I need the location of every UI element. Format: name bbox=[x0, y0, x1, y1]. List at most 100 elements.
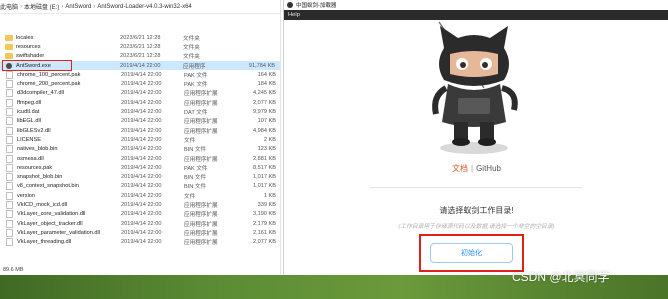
file-date: 2019/4/14 22:00 bbox=[121, 146, 162, 153]
file-row[interactable]: natives_blob.bin 2019/4/14 22:00 BIN 文件 123… bbox=[0, 145, 280, 154]
file-row[interactable]: VkLayer_parameter_validation.dll 2019/4/1… bbox=[0, 228, 280, 237]
file-date: 2019/4/14 22:00 bbox=[121, 220, 162, 227]
file-row[interactable]: resources 2023/6/21 12:28 文件夹 bbox=[0, 42, 280, 51]
init-button-highlight: 初始化 bbox=[419, 234, 524, 272]
file-row[interactable]: snapshot_blob.bin 2019/4/14 22:00 BIN 文件 1,… bbox=[0, 172, 280, 182]
docs-link[interactable]: 文档 bbox=[452, 164, 468, 173]
breadcrumb-separator: › bbox=[93, 3, 96, 10]
initialize-button[interactable]: 初始化 bbox=[430, 243, 513, 263]
file-type: BIN 文件 bbox=[184, 184, 207, 191]
file-row[interactable]: chrome_100_percent.pak 2019/4/14 22:00 PAK… bbox=[0, 70, 280, 79]
file-name: VkLayer_threading.dll bbox=[17, 239, 72, 246]
file-date: 2019/4/14 22:00 bbox=[121, 183, 162, 190]
watermark: CSDN @北冥同学 bbox=[512, 270, 610, 284]
breadcrumb-item-antsword[interactable]: AntSword bbox=[65, 4, 91, 10]
file-row[interactable]: osmesa.dll 2019/4/14 22:00 应用程序扩展 2,881 KB bbox=[0, 154, 280, 163]
file-name: resources.pak bbox=[17, 164, 53, 171]
file-date: 2023/6/21 12:28 bbox=[120, 43, 161, 50]
file-size: 1,017 KB bbox=[252, 174, 276, 181]
file-type: 应用程序扩展 bbox=[184, 119, 218, 126]
github-link[interactable]: GitHub bbox=[476, 164, 501, 173]
file-type: 应用程序扩展 bbox=[184, 230, 218, 237]
file-size: 2,161 KB bbox=[252, 229, 276, 236]
file-date: 2019/4/14 22:00 bbox=[121, 201, 162, 208]
octocat-ninja-mascot-icon bbox=[432, 21, 518, 154]
file-name: locales bbox=[16, 34, 34, 41]
breadcrumb: 此电脑 › 本地磁盘 (E:) › AntSword › AntSword-Lo… bbox=[0, 0, 280, 14]
file-row[interactable]: VkLayer_threading.dll 2019/4/14 22:00 应用程序… bbox=[0, 238, 280, 247]
file-icon bbox=[6, 145, 13, 154]
file-icon bbox=[6, 80, 13, 89]
breadcrumb-item-loader[interactable]: AntSword-Loader-v4.0.3-win32-x64 bbox=[97, 4, 191, 10]
file-name: VkICD_mock_icd.dll bbox=[17, 201, 68, 208]
file-size: 4,245 KB bbox=[252, 90, 276, 97]
file-type: 文件 bbox=[184, 193, 196, 200]
file-row[interactable]: VkICD_mock_icd.dll 2019/4/14 22:00 应用程序扩展 3… bbox=[0, 200, 280, 209]
file-type: 应用程序扩展 bbox=[184, 156, 218, 163]
file-type: 文件夹 bbox=[183, 35, 200, 42]
file-date: 2019/4/14 22:00 bbox=[121, 127, 162, 134]
folder-icon bbox=[5, 34, 13, 41]
file-icon bbox=[6, 173, 13, 182]
app-titlebar: 中国蚁剑-加载器 bbox=[284, 0, 668, 10]
file-row[interactable]: VkLayer_object_tracker.dll 2019/4/14 22:0… bbox=[0, 219, 280, 228]
file-date: 2019/4/14 22:00 bbox=[121, 90, 162, 97]
file-row[interactable]: chrome_200_percent.pak 2019/4/14 22:00 PAK… bbox=[0, 79, 280, 89]
folder-icon bbox=[5, 53, 13, 60]
file-date: 2019/4/14 22:00 bbox=[121, 174, 162, 181]
directory-hint: (工作目录用于存储源代码以及数据,请选择一个非空的空目录) bbox=[398, 224, 555, 230]
file-size: 2 KB bbox=[263, 136, 276, 143]
file-row[interactable]: v8_context_snapshot.bin 2019/4/14 22:00 BI… bbox=[0, 182, 280, 191]
file-date: 2019/4/14 22:00 bbox=[121, 118, 162, 125]
file-row[interactable]: libEGL.dll 2019/4/14 22:00 应用程序扩展 107 KB bbox=[0, 117, 280, 126]
file-row[interactable]: resources.pak 2019/4/14 22:00 PAK 文件 8,517 … bbox=[0, 163, 280, 172]
file-row[interactable]: libGLESv2.dll 2019/4/14 22:00 应用程序扩展 4,984 … bbox=[0, 126, 280, 135]
select-directory-prompt: 请选择蚁剑工作目录! bbox=[439, 206, 514, 215]
file-icon bbox=[6, 70, 13, 79]
file-type: BIN 文件 bbox=[184, 175, 207, 182]
file-row[interactable]: d3dcompiler_47.dll 2019/4/14 22:00 应用程序扩展 4… bbox=[0, 89, 280, 98]
file-date: 2019/4/14 22:00 bbox=[121, 239, 162, 246]
breadcrumb-item-pc[interactable]: 此电脑 bbox=[0, 2, 18, 11]
file-icon bbox=[6, 89, 13, 98]
status-size: 89.6 MB bbox=[3, 267, 24, 273]
file-date: 2019/4/14 22:00 bbox=[121, 81, 162, 88]
file-name: chrome_100_percent.pak bbox=[17, 71, 81, 78]
file-size: 2,881 KB bbox=[252, 155, 276, 162]
file-size: 123 KB bbox=[257, 146, 276, 153]
file-name: swiftshader bbox=[16, 53, 45, 60]
status-bar: 89.6 MB bbox=[0, 265, 280, 275]
file-icon bbox=[6, 154, 13, 163]
file-name: libEGL.dll bbox=[17, 118, 41, 125]
file-type: PAK 文件 bbox=[184, 82, 208, 89]
file-type: 文件 bbox=[184, 137, 196, 144]
file-row[interactable]: locales 2023/6/21 12:28 文件夹 bbox=[0, 33, 280, 42]
file-icon bbox=[6, 219, 13, 228]
file-row[interactable]: icudtl.dat 2019/4/14 22:00 DAT 文件 9,979 KB bbox=[0, 107, 280, 117]
file-name: libGLESv2.dll bbox=[17, 127, 51, 134]
file-type: 应用程序扩展 bbox=[184, 240, 218, 247]
file-size: 2,179 KB bbox=[252, 220, 276, 227]
file-type: 应用程序扩展 bbox=[184, 221, 218, 228]
file-type: 应用程序扩展 bbox=[184, 212, 218, 219]
file-row[interactable]: ffmpeg.dll 2019/4/14 22:00 应用程序扩展 2,077 KB bbox=[0, 98, 280, 107]
file-size: 8,517 KB bbox=[252, 164, 276, 171]
file-size: 9,979 KB bbox=[252, 109, 276, 116]
file-icon bbox=[6, 108, 13, 117]
file-name: natives_blob.bin bbox=[17, 146, 58, 153]
file-name: snapshot_blob.bin bbox=[17, 174, 63, 181]
file-name: chrome_200_percent.pak bbox=[17, 81, 81, 88]
breadcrumb-item-drive[interactable]: 本地磁盘 (E:) bbox=[24, 2, 59, 11]
file-type: PAK 文件 bbox=[184, 165, 208, 172]
file-row[interactable]: VkLayer_core_validation.dll 2019/4/14 22:… bbox=[0, 210, 280, 219]
menu-help[interactable]: Help bbox=[288, 12, 300, 18]
file-row[interactable]: LICENSE 2019/4/14 22:00 文件 2 KB bbox=[0, 135, 280, 144]
file-size: 339 KB bbox=[257, 201, 276, 208]
file-date: 2019/4/14 22:00 bbox=[121, 211, 162, 218]
file-size: 107 KB bbox=[257, 118, 276, 125]
folder-icon bbox=[5, 43, 13, 50]
file-icon bbox=[6, 135, 13, 144]
file-row[interactable]: version 2019/4/14 22:00 文件 1 KB bbox=[0, 191, 280, 200]
file-type: DAT 文件 bbox=[184, 110, 208, 117]
file-size: 2,077 KB bbox=[252, 239, 276, 246]
